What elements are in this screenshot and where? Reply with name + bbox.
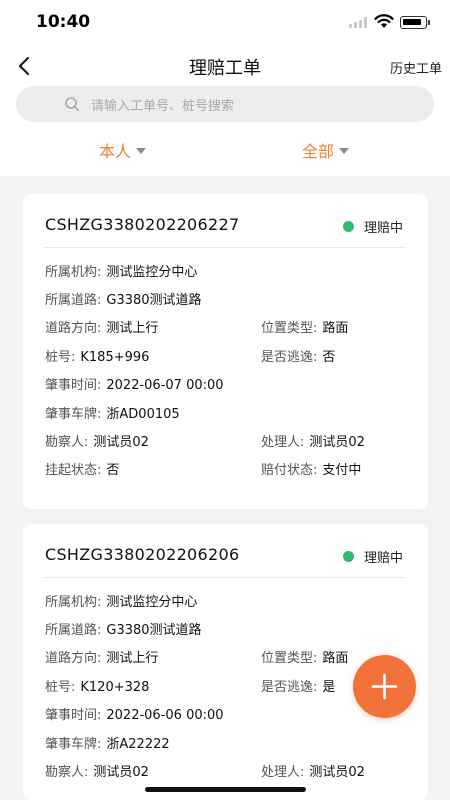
field-org: 所属机构: 测试监控分中心	[45, 265, 198, 280]
plus-icon	[371, 673, 398, 700]
home-indicator	[145, 787, 306, 792]
field-direction: 道路方向: 测试上行	[45, 651, 159, 666]
page-title: 理赔工单	[189, 58, 261, 79]
field-escape: 是否逃逸: 是	[261, 680, 336, 695]
nav-bar: 理赔工单 历史工单	[0, 48, 450, 84]
filter-status-dropdown[interactable]: 全部	[302, 138, 350, 161]
field-road: 所属道路: G3380测试道路	[45, 293, 202, 308]
field-handler: 处理人: 测试员02	[261, 435, 365, 450]
add-claim-button[interactable]	[353, 655, 416, 718]
field-surveyor: 勘察人: 测试员02	[45, 765, 149, 780]
status-bar: 10:40	[0, 0, 450, 44]
field-accident-time: 肇事时间: 2022-06-07 00:00	[45, 378, 224, 393]
filter-status-label: 全部	[302, 142, 335, 161]
filter-owner-dropdown[interactable]: 本人	[99, 138, 147, 161]
search-placeholder: 请输入工单号、桩号搜索	[91, 99, 235, 114]
filter-owner-label: 本人	[99, 142, 132, 161]
field-direction: 道路方向: 测试上行	[45, 321, 159, 336]
field-plate: 肇事车牌: 浙AD00105	[45, 407, 180, 422]
wifi-icon	[374, 14, 394, 28]
claim-card[interactable]: CSHZG3380202206227 理赔中 所属机构: 测试监控分中心 所属道路…	[23, 194, 428, 509]
history-orders-button[interactable]: 历史工单	[390, 58, 442, 77]
field-plate: 肇事车牌: 浙A22222	[45, 737, 170, 752]
field-suspend: 挂起状态: 否	[45, 463, 120, 478]
field-escape: 是否逃逸: 否	[261, 350, 336, 365]
claim-number: CSHZG3380202206227	[45, 215, 240, 234]
divider	[44, 247, 406, 248]
field-stake: 桩号: K185+996	[45, 350, 150, 365]
field-handler: 处理人: 测试员02	[261, 765, 365, 780]
status-dot	[343, 221, 354, 232]
search-input[interactable]: 请输入工单号、桩号搜索	[16, 86, 434, 122]
field-accident-time: 肇事时间: 2022-06-06 00:00	[45, 708, 224, 723]
field-road: 所属道路: G3380测试道路	[45, 623, 202, 638]
status-dot	[343, 551, 354, 562]
field-surveyor: 勘察人: 测试员02	[45, 435, 149, 450]
status-time: 10:40	[36, 12, 91, 32]
field-stake: 桩号: K120+328	[45, 680, 150, 695]
signal-icon	[349, 17, 369, 28]
claim-number: CSHZG3380202206206	[45, 545, 240, 564]
field-location-type: 位置类型: 路面	[261, 651, 349, 666]
field-payment: 赔付状态: 支付中	[261, 463, 362, 478]
status-badge: 理赔中	[364, 221, 404, 236]
field-org: 所属机构: 测试监控分中心	[45, 595, 198, 610]
search-icon	[65, 97, 79, 111]
caret-down-icon	[136, 147, 147, 154]
battery-icon	[400, 16, 430, 29]
field-location-type: 位置类型: 路面	[261, 321, 349, 336]
divider	[44, 577, 406, 578]
status-badge: 理赔中	[364, 551, 404, 566]
caret-down-icon	[339, 147, 350, 154]
